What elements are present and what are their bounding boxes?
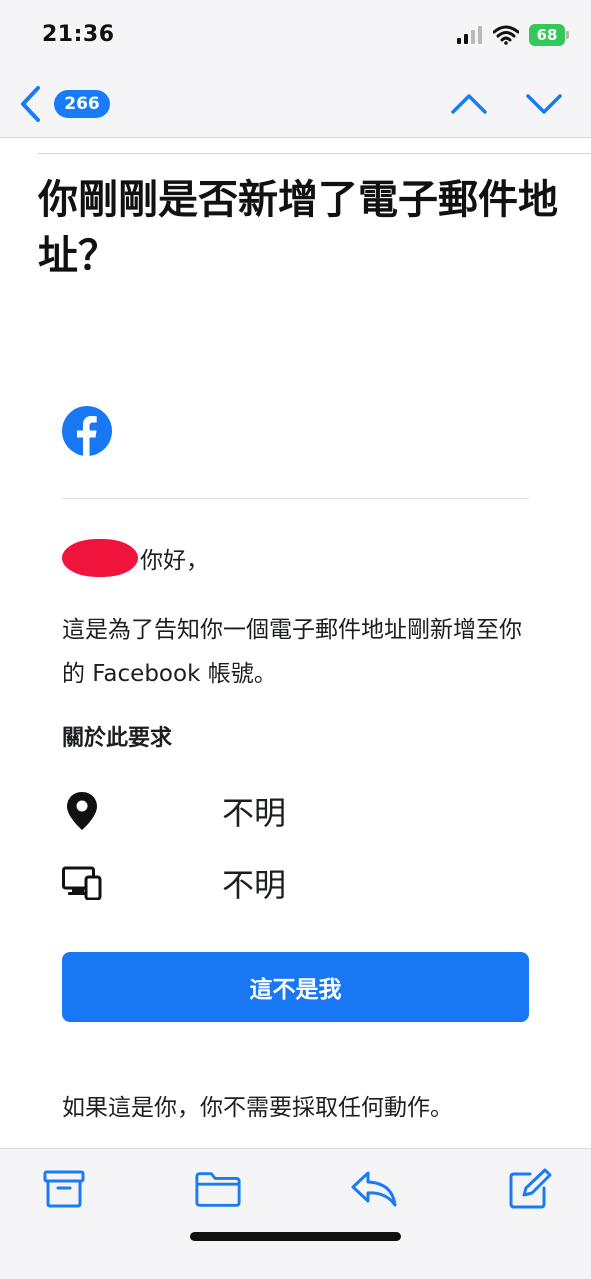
reply-button[interactable] [350,1167,398,1211]
battery-percent: 68 [536,26,558,44]
greeting: 你好， [62,538,209,578]
status-icons: 68 [457,24,569,46]
section-title: 關於此要求 [62,726,173,751]
status-bar: 21:36 68 [0,0,591,70]
reply-icon [351,1171,397,1207]
signal-icon [457,26,482,44]
unread-count-badge[interactable]: 266 [54,90,110,118]
email-body: 這是為了告知你一個電子郵件地址剛新增至你的 Facebook 帳號。 [62,617,522,687]
thread-separator [38,153,591,154]
move-to-folder-button[interactable] [194,1167,242,1211]
back-chevron-icon [21,86,40,122]
folder-icon [195,1172,241,1207]
home-indicator[interactable] [190,1232,401,1241]
location-row: 不明 [62,786,502,836]
footer-note: 如果這是你，你不需要採取任何動作。 [62,1095,453,1121]
chevron-up-icon [451,94,487,114]
location-pin-icon [67,792,97,830]
redacted-name [62,539,138,577]
device-row: 不明 [62,858,502,908]
previous-message-button[interactable] [447,88,491,120]
status-time: 21:36 [42,22,115,47]
not-me-button[interactable]: 這不是我 [62,952,529,1022]
wifi-icon [493,25,519,45]
device-value: 不明 [222,866,287,904]
chevron-down-icon [526,94,562,114]
battery-icon: 68 [529,24,569,46]
email-subject: 你剛剛是否新增了電子郵件地址？ [38,177,558,279]
bottom-toolbar [0,1148,591,1279]
facebook-logo-icon [62,406,112,456]
archive-icon [43,1170,85,1208]
next-message-button[interactable] [522,88,566,120]
email-divider [62,498,529,499]
mail-nav-bar: 266 [0,70,591,138]
compose-icon [509,1168,552,1209]
devices-icon [62,866,102,900]
back-button[interactable] [14,84,46,124]
archive-button[interactable] [40,1167,88,1211]
location-value: 不明 [222,794,287,832]
compose-button[interactable] [506,1167,554,1211]
greeting-text: 你好， [140,548,209,574]
